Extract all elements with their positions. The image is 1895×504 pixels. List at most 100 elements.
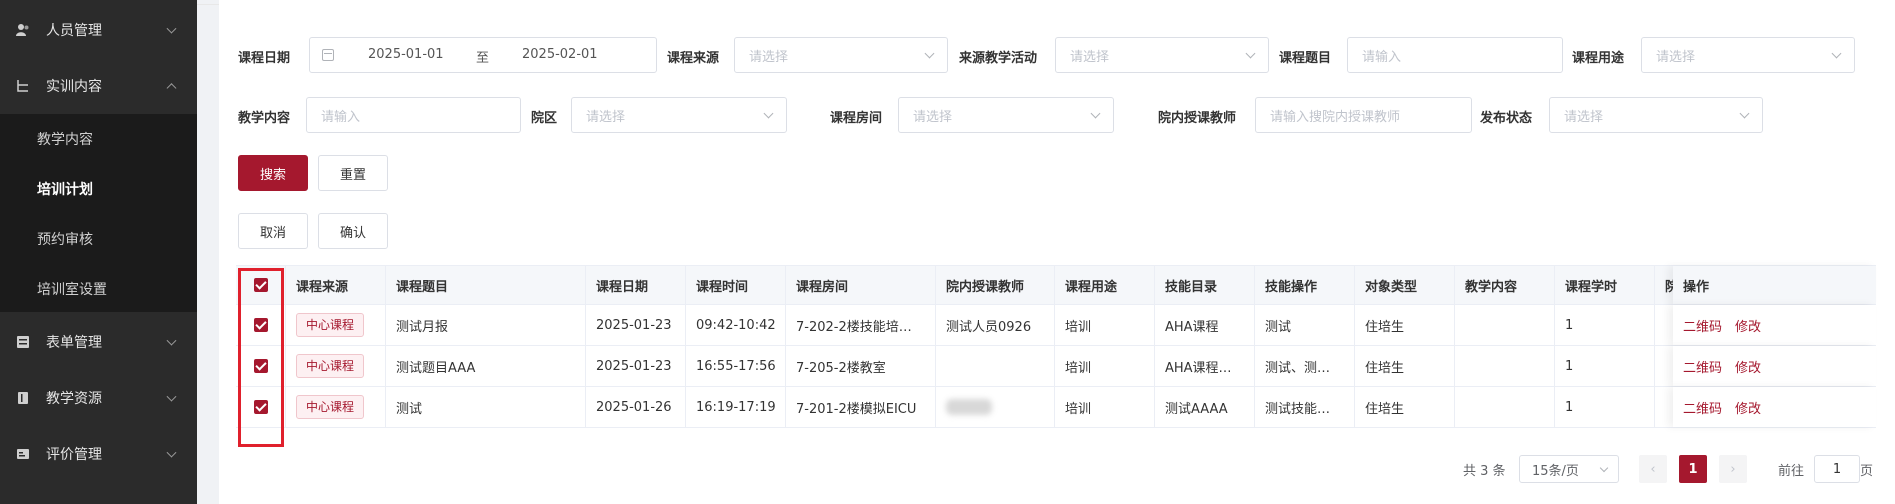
- form-icon: [16, 335, 30, 349]
- col-header: 课程日期: [586, 266, 686, 304]
- room-select[interactable]: 请选择: [898, 97, 1114, 133]
- content-cell: [1455, 346, 1555, 386]
- qrcode-link[interactable]: 二维码: [1683, 357, 1722, 376]
- topic-cell: 测试: [386, 387, 586, 427]
- table-row: 中心课程 测试月报 2025-01-23 09:42-10:42 7-202-2…: [236, 305, 1876, 346]
- target-cell: 住培生: [1355, 346, 1455, 386]
- source-cell: 中心课程: [286, 387, 386, 427]
- col-header: 操作: [1683, 279, 1710, 295]
- page-size-value: 15条/页: [1532, 463, 1579, 479]
- col-header: 院: [1655, 266, 1675, 304]
- sidebar-item-resources[interactable]: 教学资源: [0, 370, 197, 426]
- search-button[interactable]: 搜索: [238, 155, 308, 191]
- col-header: 课程题目: [386, 266, 586, 304]
- content-placeholder: 请输入: [321, 109, 361, 125]
- qrcode-link[interactable]: 二维码: [1683, 398, 1722, 417]
- sidebar-item-personnel[interactable]: 人员管理: [0, 2, 197, 58]
- date-range-picker[interactable]: 2025-01-01 至 2025-02-01: [309, 37, 657, 73]
- page-number-button[interactable]: 1: [1679, 455, 1707, 483]
- chevron-down-icon: [1739, 108, 1750, 119]
- operations-cell: 二维码 修改: [1673, 305, 1876, 345]
- book-icon: [16, 391, 30, 405]
- campus-select[interactable]: 请选择: [571, 97, 787, 133]
- sidebar-item-label: 表单管理: [46, 335, 102, 351]
- source-tag: 中心课程: [296, 313, 365, 337]
- room-cell: 7-205-2楼教室: [786, 346, 936, 386]
- extra-cell: [1655, 387, 1675, 427]
- sidebar-subitem-training-plan[interactable]: 培训计划: [0, 164, 197, 214]
- submenu: 教学内容 培训计划 预约审核 培训室设置: [0, 114, 197, 312]
- activity-select[interactable]: 请选择: [1055, 37, 1269, 73]
- goto-page-input[interactable]: 1: [1814, 455, 1860, 483]
- sidebar-subitem-room-settings[interactable]: 培训室设置: [0, 264, 197, 314]
- qrcode-link[interactable]: 二维码: [1683, 316, 1722, 335]
- main-panel: 课程日期 2025-01-01 至 2025-02-01 课程来源 请选择 来源…: [219, 0, 1895, 504]
- teacher-cell: 测试人员0926: [936, 305, 1055, 345]
- edit-link[interactable]: 修改: [1735, 398, 1761, 417]
- sidebar-item-forms[interactable]: 表单管理: [0, 314, 197, 370]
- tree-icon: [16, 79, 30, 93]
- col-header: 技能目录: [1155, 266, 1255, 304]
- source-cell: 中心课程: [286, 346, 386, 386]
- status-select[interactable]: 请选择: [1549, 97, 1763, 133]
- prev-page-button[interactable]: ‹: [1639, 455, 1667, 483]
- status-label: 发布状态: [1480, 111, 1533, 126]
- confirm-button[interactable]: 确认: [318, 213, 388, 249]
- room-placeholder: 请选择: [913, 109, 953, 125]
- edit-link[interactable]: 修改: [1735, 357, 1761, 376]
- chevron-down-icon: [763, 108, 774, 119]
- usage-label: 课程用途: [1572, 51, 1625, 66]
- col-header: 课程房间: [786, 266, 936, 304]
- operations-cell: 二维码 修改: [1673, 387, 1876, 427]
- sidebar-subitem-teaching-content[interactable]: 教学内容: [0, 114, 197, 164]
- source-placeholder: 请选择: [749, 49, 789, 65]
- topic-cell: 测试月报: [386, 305, 586, 345]
- date-cell: 2025-01-23: [586, 346, 686, 386]
- date-start[interactable]: 2025-01-01: [368, 47, 444, 62]
- campus-label: 院区: [531, 111, 558, 126]
- room-cell: 7-201-2楼模拟EICU: [786, 387, 936, 427]
- topic-cell: 测试题目AAA: [386, 346, 586, 386]
- sidebar-subitem-booking-review[interactable]: 预约审核: [0, 214, 197, 264]
- chevron-up-icon: [166, 83, 177, 94]
- content-label: 教学内容: [238, 111, 291, 126]
- source-select[interactable]: 请选择: [734, 37, 948, 73]
- usage-select[interactable]: 请选择: [1641, 37, 1855, 73]
- skill-op-cell: 测试技能…: [1255, 387, 1355, 427]
- skill-dir-cell: AHA课程…: [1155, 346, 1255, 386]
- status-placeholder: 请选择: [1564, 109, 1604, 125]
- hours-cell: 1: [1555, 346, 1655, 386]
- chevron-down-icon: [1090, 108, 1101, 119]
- date-end[interactable]: 2025-02-01: [522, 47, 598, 62]
- content-input[interactable]: 请输入: [306, 97, 521, 133]
- page-size-select[interactable]: 15条/页: [1519, 455, 1619, 483]
- sidebar: 人员管理 实训内容 教学内容 培训计划 预约审核 培训室设置 表单管理 教学资源…: [0, 0, 197, 504]
- teacher-input[interactable]: 请输入搜院内授课教师: [1255, 97, 1472, 133]
- chevron-down-icon: [166, 391, 177, 402]
- table-header: 课程来源 课程题目 课程日期 课程时间 课程房间 院内授课教师 课程用途 技能目…: [236, 265, 1876, 305]
- chevron-down-icon: [166, 23, 177, 34]
- goto-suffix: 页: [1860, 464, 1874, 479]
- room-label: 课程房间: [830, 111, 883, 126]
- next-page-button[interactable]: ›: [1719, 455, 1747, 483]
- time-cell: 09:42-10:42: [686, 305, 786, 345]
- topic-input[interactable]: 请输入: [1347, 37, 1563, 73]
- col-header: 对象类型: [1355, 266, 1455, 304]
- teacher-cell: [936, 346, 1055, 386]
- operations-links: 二维码 修改: [1673, 387, 1876, 427]
- chevron-right-icon: ›: [1730, 461, 1736, 477]
- col-header: 教学内容: [1455, 266, 1555, 304]
- campus-placeholder: 请选择: [586, 109, 626, 125]
- users-icon: [16, 23, 30, 37]
- sidebar-item-training-content[interactable]: 实训内容: [0, 58, 197, 114]
- source-tag: 中心课程: [296, 354, 365, 378]
- evaluation-icon: [16, 447, 30, 461]
- edit-link[interactable]: 修改: [1735, 316, 1761, 335]
- cancel-button[interactable]: 取消: [238, 213, 308, 249]
- reset-button[interactable]: 重置: [318, 155, 388, 191]
- sidebar-item-evaluation[interactable]: 评价管理: [0, 426, 197, 482]
- table-row: 中心课程 测试 2025-01-26 16:19-17:19 7-201-2楼模…: [236, 387, 1876, 428]
- chevron-down-icon: [166, 335, 177, 346]
- time-cell: 16:55-17:56: [686, 346, 786, 386]
- teacher-cell: [936, 387, 1055, 427]
